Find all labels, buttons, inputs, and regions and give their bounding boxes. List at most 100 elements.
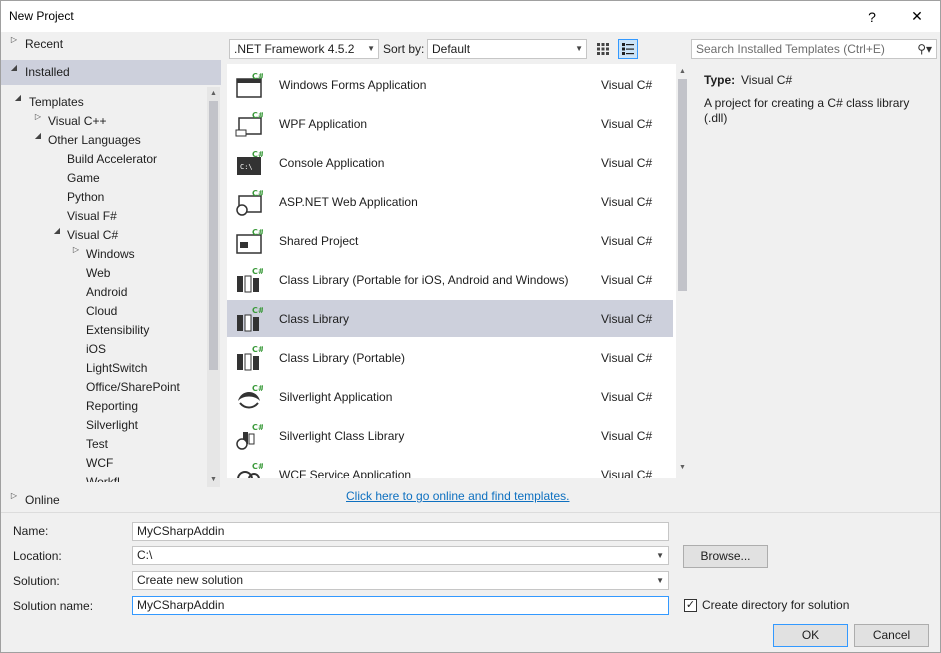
class-library-icon: C# (237, 267, 263, 293)
collapse-icon[interactable]: ◢ (9, 63, 19, 82)
help-button[interactable]: ? (849, 1, 895, 32)
list-item[interactable]: C:\ C# Console Application Visual C# (227, 144, 673, 181)
chevron-down-icon: ▼ (575, 44, 583, 53)
nav-online[interactable]: Online (25, 491, 60, 510)
scroll-up-icon[interactable]: ▲ (678, 67, 687, 76)
chevron-down-icon: ▼ (367, 44, 375, 53)
template-search-input[interactable]: Search Installed Templates (Ctrl+E) ⚲▾ (691, 39, 937, 59)
nav-wcf[interactable]: WCF (86, 454, 113, 473)
nav-cloud[interactable]: Cloud (86, 302, 117, 321)
framework-value: .NET Framework 4.5.2 (234, 42, 355, 56)
svg-text:C#: C# (252, 72, 263, 81)
solution-name-value: MyCSharpAddin (137, 598, 225, 612)
nav-installed[interactable]: Installed (25, 63, 70, 82)
collapse-icon[interactable]: ◢ (13, 93, 23, 112)
cancel-button[interactable]: Cancel (854, 624, 929, 647)
nav-other-languages[interactable]: Other Languages (48, 131, 141, 150)
expand-icon[interactable]: ▷ (9, 35, 19, 54)
nav-build-accelerator[interactable]: Build Accelerator (67, 150, 157, 169)
list-item[interactable]: C# Class Library (Portable for iOS, Andr… (227, 261, 673, 298)
template-name: ASP.NET Web Application (279, 195, 418, 209)
scroll-up-icon[interactable]: ▲ (209, 89, 218, 98)
template-category-tree: ▷ Recent ◢ Installed ◢ Templates ▷ Visua… (1, 32, 221, 512)
nav-game[interactable]: Game (67, 169, 100, 188)
tree-scrollbar[interactable]: ▲ ▼ (207, 87, 220, 487)
expand-icon[interactable]: ▷ (9, 491, 19, 510)
expand-icon[interactable]: ▷ (33, 112, 43, 131)
nav-web[interactable]: Web (86, 264, 110, 283)
list-item[interactable]: C# WCF Service Application Visual C# (227, 456, 673, 478)
template-language: Visual C# (601, 429, 653, 443)
silverlight-icon: C# (238, 384, 263, 409)
location-value: C:\ (137, 548, 153, 562)
list-item[interactable]: C# Class Library Visual C# (227, 300, 673, 337)
svg-text:C:\: C:\ (240, 163, 253, 171)
nav-silverlight[interactable]: Silverlight (86, 416, 138, 435)
template-list-scrollbar[interactable]: ▲ ▼ (676, 64, 689, 478)
sort-select[interactable]: Default ▼ (427, 39, 587, 59)
list-item[interactable]: C# Class Library (Portable) Visual C# (227, 339, 673, 376)
collapse-icon[interactable]: ◢ (52, 226, 62, 245)
ok-button[interactable]: OK (773, 624, 848, 647)
list-item[interactable]: C# WPF Application Visual C# (227, 105, 673, 142)
expand-icon[interactable]: ▷ (71, 245, 81, 264)
sort-by-label: Sort by: (383, 42, 425, 56)
template-name: Console Application (279, 156, 385, 170)
wcf-icon: C# (237, 462, 263, 478)
list-item[interactable]: C# ASP.NET Web Application Visual C# (227, 183, 673, 220)
nav-ios[interactable]: iOS (86, 340, 106, 359)
chevron-down-icon[interactable]: ▼ (656, 572, 664, 589)
list-item[interactable]: C# Shared Project Visual C# (227, 222, 673, 259)
nav-visual-cpp[interactable]: Visual C++ (48, 112, 106, 131)
template-name: Shared Project (279, 234, 359, 248)
small-icons-view-button[interactable] (593, 39, 613, 59)
svg-text:C#: C# (252, 345, 263, 354)
list-item[interactable]: C# Silverlight Application Visual C# (227, 378, 673, 415)
location-field[interactable]: C:\ ▼ (132, 546, 669, 565)
type-label: Type: (704, 73, 736, 87)
template-name: Silverlight Application (279, 390, 393, 404)
solution-select[interactable]: Create new solution ▼ (132, 571, 669, 590)
nav-recent[interactable]: Recent (25, 35, 63, 54)
template-name: WPF Application (279, 117, 368, 131)
find-templates-online-link[interactable]: Click here to go online and find templat… (346, 489, 569, 503)
framework-select[interactable]: .NET Framework 4.5.2 ▼ (229, 39, 379, 59)
nav-python[interactable]: Python (67, 188, 104, 207)
class-library-icon: C# (237, 345, 263, 371)
template-language: Visual C# (601, 273, 653, 287)
create-directory-checkbox[interactable]: ✓ (684, 599, 697, 612)
list-item[interactable]: C# Windows Forms Application Visual C# (227, 66, 673, 103)
nav-lightswitch[interactable]: LightSwitch (86, 359, 147, 378)
nav-windows[interactable]: Windows (86, 245, 135, 264)
template-language: Visual C# (601, 312, 653, 326)
nav-visual-fsharp[interactable]: Visual F# (67, 207, 117, 226)
svg-text:C#: C# (252, 267, 263, 276)
web-app-icon: C# (236, 189, 263, 216)
nav-extensibility[interactable]: Extensibility (86, 321, 149, 340)
tree-scroll-thumb[interactable] (209, 101, 218, 370)
nav-reporting[interactable]: Reporting (86, 397, 138, 416)
template-name: Class Library (279, 312, 350, 326)
collapse-icon[interactable]: ◢ (33, 131, 43, 150)
nav-templates[interactable]: Templates (29, 93, 84, 112)
list-item[interactable]: C# Silverlight Class Library Visual C# (227, 417, 673, 454)
nav-test[interactable]: Test (86, 435, 108, 454)
template-language: Visual C# (601, 351, 653, 365)
list-view-button[interactable] (618, 39, 638, 59)
chevron-down-icon[interactable]: ▼ (656, 547, 664, 564)
nav-android[interactable]: Android (86, 283, 127, 302)
nav-office-sharepoint[interactable]: Office/SharePoint (86, 378, 180, 397)
template-list-scroll-thumb[interactable] (678, 79, 687, 291)
project-name-field[interactable]: MyCSharpAddin (132, 522, 669, 541)
search-icon[interactable]: ⚲▾ (917, 40, 932, 58)
scroll-down-icon[interactable]: ▼ (678, 463, 687, 472)
template-language: Visual C# (601, 234, 653, 248)
scroll-down-icon[interactable]: ▼ (209, 475, 218, 484)
nav-workflow[interactable]: Workfl... (86, 473, 130, 482)
close-button[interactable]: ✕ (894, 1, 940, 32)
list-view-icon (622, 43, 634, 55)
solution-name-field[interactable]: MyCSharpAddin (132, 596, 669, 615)
nav-visual-csharp[interactable]: Visual C# (67, 226, 118, 245)
browse-button[interactable]: Browse... (683, 545, 768, 568)
silverlight-library-icon: C# (236, 423, 263, 450)
